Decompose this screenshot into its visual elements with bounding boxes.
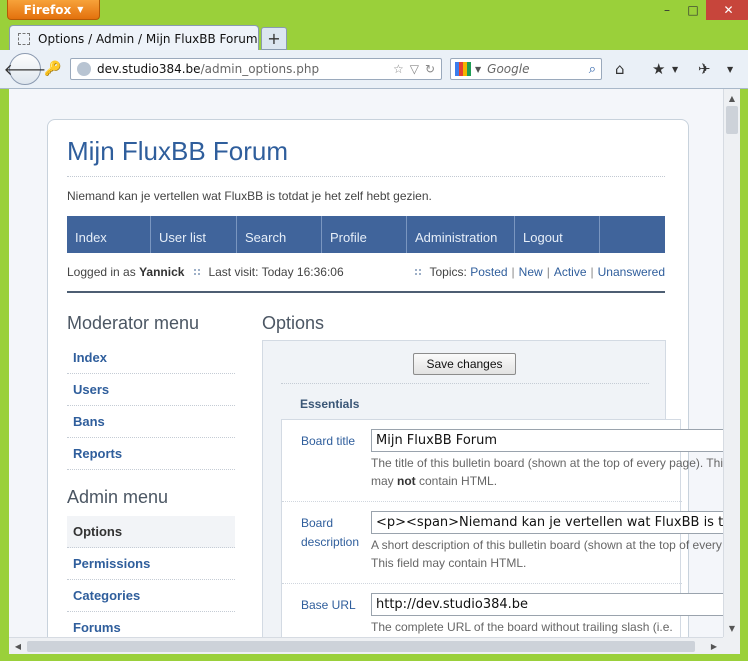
save-changes-button[interactable]: Save changes bbox=[413, 353, 516, 375]
moderator-menu: Index Users Bans Reports bbox=[67, 342, 235, 470]
user-status-line: Logged in as Yannick Last visit: Today 1… bbox=[67, 265, 665, 279]
board-description-label: Board description bbox=[301, 516, 360, 549]
essentials-fieldset: Board title Mijn FluxBB Forum The title … bbox=[281, 419, 723, 637]
bookmarks-icon[interactable]: ★ bbox=[652, 60, 665, 78]
mod-menu-bans[interactable]: Bans bbox=[67, 406, 235, 438]
firefox-menu-button[interactable]: Firefox ▼ bbox=[7, 0, 100, 20]
nav-profile[interactable]: Profile bbox=[322, 216, 407, 253]
forum-container: Mijn FluxBB Forum Niemand kan je vertell… bbox=[47, 119, 723, 637]
separator-icon bbox=[414, 268, 423, 276]
board-description: Niemand kan je vertellen wat FluxBB is t… bbox=[67, 176, 665, 203]
admin-menu-options[interactable]: Options bbox=[67, 516, 235, 548]
username: Yannick bbox=[139, 265, 185, 279]
admin-menu: Options Permissions Categories Forums bbox=[67, 516, 235, 637]
board-title[interactable]: Mijn FluxBB Forum bbox=[67, 136, 288, 167]
nav-logout[interactable]: Logout bbox=[515, 216, 600, 253]
options-heading: Options bbox=[262, 313, 325, 333]
tab-strip: Options / Admin / Mijn FluxBB Forum + bbox=[0, 20, 748, 51]
board-description-help: A short description of this bulletin boa… bbox=[371, 538, 723, 570]
mod-menu-index[interactable]: Index bbox=[67, 342, 235, 374]
addon-icon[interactable]: ✈ bbox=[698, 60, 711, 78]
horizontal-scroll-thumb[interactable] bbox=[27, 641, 695, 652]
scroll-up-icon[interactable]: ▲ bbox=[726, 91, 738, 105]
nav-index[interactable]: Index bbox=[67, 216, 151, 253]
google-icon[interactable] bbox=[455, 62, 471, 76]
globe-icon bbox=[77, 62, 91, 76]
last-visit: Last visit: Today 16:36:06 bbox=[208, 265, 344, 279]
browser-window: Firefox ▼ – □ ✕ Options / Admin / Mijn F… bbox=[0, 0, 748, 661]
search-placeholder: Google bbox=[487, 62, 530, 76]
dropdown-icon[interactable]: ▽ bbox=[410, 62, 419, 76]
admin-menu-forums[interactable]: Forums bbox=[67, 612, 235, 637]
url-path: /admin_options.php bbox=[200, 62, 320, 76]
url-host: dev.studio384.be bbox=[97, 62, 201, 76]
board-description-input[interactable]: <p><span>Niemand kan je vertellen wat Fl… bbox=[371, 511, 723, 534]
vertical-scroll-thumb[interactable] bbox=[726, 106, 738, 134]
topics-new-link[interactable]: New bbox=[519, 265, 543, 279]
url-bar[interactable]: dev.studio384.be /admin_options.php ☆ ▽ … bbox=[70, 58, 442, 80]
nav-user-list[interactable]: User list bbox=[151, 216, 237, 253]
admin-menu-permissions[interactable]: Permissions bbox=[67, 548, 235, 580]
mod-menu-reports[interactable]: Reports bbox=[67, 438, 235, 470]
vertical-scrollbar[interactable]: ▲ ▼ bbox=[723, 89, 740, 637]
topics-label: Topics: bbox=[429, 265, 467, 279]
main-navigation: Index User list Search Profile Administr… bbox=[67, 216, 665, 253]
navigation-toolbar: 🡐 🔑 dev.studio384.be /admin_options.php … bbox=[0, 50, 748, 89]
base-url-label: Base URL bbox=[301, 598, 356, 612]
star-icon[interactable]: ☆ bbox=[393, 62, 404, 76]
home-icon[interactable]: ⌂ bbox=[615, 60, 625, 78]
scroll-down-icon[interactable]: ▼ bbox=[726, 621, 738, 635]
header-divider bbox=[67, 291, 665, 293]
page-favicon-icon bbox=[18, 32, 30, 45]
search-bar[interactable]: ▼ Google ⌕ bbox=[450, 58, 602, 80]
topics-active-link[interactable]: Active bbox=[554, 265, 587, 279]
moderator-menu-heading: Moderator menu bbox=[67, 313, 200, 333]
tab-options-admin[interactable]: Options / Admin / Mijn FluxBB Forum bbox=[9, 25, 259, 51]
essentials-legend: Essentials bbox=[300, 397, 360, 411]
minimize-button[interactable]: – bbox=[654, 0, 680, 20]
separator-icon bbox=[193, 268, 202, 276]
scroll-right-icon[interactable]: ▶ bbox=[707, 640, 721, 652]
scroll-left-icon[interactable]: ◀ bbox=[11, 640, 25, 652]
nav-administration[interactable]: Administration bbox=[407, 216, 515, 253]
board-description-row: Board description <p><span>Niemand kan j… bbox=[282, 502, 723, 584]
board-title-label: Board title bbox=[301, 434, 356, 448]
horizontal-scrollbar[interactable]: ◀ ▶ bbox=[9, 637, 723, 654]
chevron-down-icon: ▼ bbox=[77, 5, 84, 14]
mod-menu-users[interactable]: Users bbox=[67, 374, 235, 406]
bookmarks-dropdown-icon[interactable]: ▼ bbox=[672, 65, 678, 74]
magnifier-icon[interactable]: ⌕ bbox=[589, 62, 596, 77]
base-url-row: Base URL http://dev.studio384.be The com… bbox=[282, 584, 723, 637]
reload-icon[interactable]: ↻ bbox=[425, 62, 435, 76]
admin-menu-categories[interactable]: Categories bbox=[67, 580, 235, 612]
board-title-input[interactable]: Mijn FluxBB Forum bbox=[371, 429, 723, 452]
new-tab-button[interactable]: + bbox=[261, 27, 287, 50]
back-arrow-icon[interactable]: 🡐 bbox=[4, 53, 46, 85]
topics-posted-link[interactable]: Posted bbox=[470, 265, 507, 279]
page-viewport: Mijn FluxBB Forum Niemand kan je vertell… bbox=[9, 89, 723, 637]
search-engine-dropdown-icon[interactable]: ▼ bbox=[475, 65, 481, 74]
topics-unanswered-link[interactable]: Unanswered bbox=[598, 265, 665, 279]
window-controls: – □ ✕ bbox=[654, 0, 748, 20]
base-url-input[interactable]: http://dev.studio384.be bbox=[371, 593, 723, 616]
key-icon[interactable]: 🔑 bbox=[44, 60, 64, 78]
tab-title: Options / Admin / Mijn FluxBB Forum bbox=[38, 31, 258, 46]
toolbar-overflow-icon[interactable]: ▼ bbox=[727, 65, 733, 74]
firefox-menu-label: Firefox bbox=[23, 2, 72, 17]
scrollbar-corner bbox=[723, 637, 740, 654]
close-window-button[interactable]: ✕ bbox=[706, 0, 748, 20]
nav-search[interactable]: Search bbox=[237, 216, 322, 253]
board-title-row: Board title Mijn FluxBB Forum The title … bbox=[282, 420, 723, 502]
admin-menu-heading: Admin menu bbox=[67, 487, 169, 507]
board-title-help: The title of this bulletin board (shown … bbox=[371, 456, 723, 488]
maximize-button[interactable]: □ bbox=[680, 0, 706, 20]
window-bottom-frame bbox=[0, 654, 748, 661]
options-panel: Save changes Essentials Board title Mijn… bbox=[262, 340, 723, 637]
logged-in-label: Logged in as bbox=[67, 265, 136, 279]
panel-divider bbox=[281, 383, 649, 384]
base-url-help: The complete URL of the board without tr… bbox=[371, 620, 673, 634]
